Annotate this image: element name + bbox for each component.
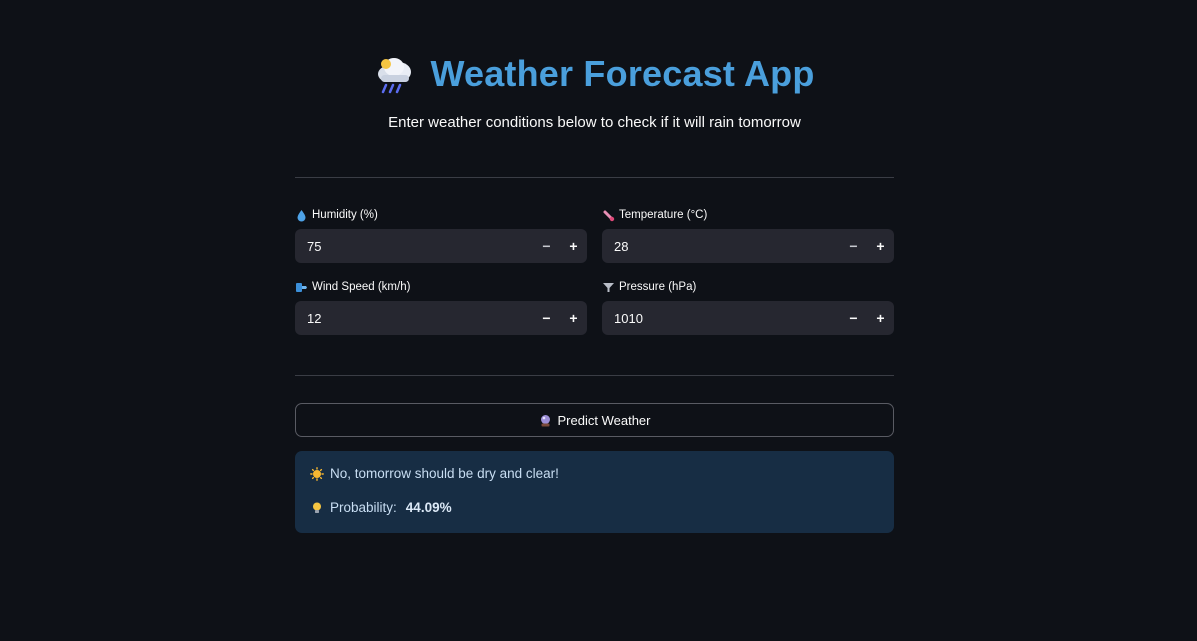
predict-weather-button[interactable]: Predict Weather xyxy=(295,403,894,437)
result-probability: Probability: 44.09% xyxy=(310,500,452,515)
thermometer-icon xyxy=(602,209,615,222)
result-message: No, tomorrow should be dry and clear! xyxy=(310,466,559,481)
droplet-icon xyxy=(295,209,308,222)
wind-speed-label: Wind Speed (km/h) xyxy=(295,279,587,295)
humidity-field: Humidity (%) 75 − + xyxy=(295,207,587,263)
divider-bottom xyxy=(295,375,894,376)
pressure-decrement-button[interactable]: − xyxy=(840,301,867,335)
wind-speed-value[interactable]: 12 xyxy=(295,311,533,326)
temperature-decrement-button[interactable]: − xyxy=(840,229,867,263)
wind-speed-label-text: Wind Speed (km/h) xyxy=(312,281,411,293)
cloud-rain-icon xyxy=(374,53,416,95)
humidity-value[interactable]: 75 xyxy=(295,239,533,254)
humidity-input[interactable]: 75 − + xyxy=(295,229,587,263)
temperature-increment-button[interactable]: + xyxy=(867,229,894,263)
result-message-text: No, tomorrow should be dry and clear! xyxy=(330,466,559,481)
page-subtitle: Enter weather conditions below to check … xyxy=(388,114,801,131)
humidity-label-text: Humidity (%) xyxy=(312,209,378,221)
humidity-label: Humidity (%) xyxy=(295,207,587,223)
pressure-input[interactable]: 1010 − + xyxy=(602,301,894,335)
app-page: Weather Forecast App Enter weather condi… xyxy=(0,0,1197,641)
pressure-value[interactable]: 1010 xyxy=(602,311,840,326)
wind-icon xyxy=(295,281,308,294)
temperature-field: Temperature (°C) 28 − + xyxy=(602,207,894,263)
pressure-label-text: Pressure (hPa) xyxy=(619,281,697,293)
lightbulb-icon xyxy=(310,501,324,515)
temperature-label-text: Temperature (°C) xyxy=(619,209,708,221)
predict-weather-label: Predict Weather xyxy=(557,412,651,428)
temperature-input[interactable]: 28 − + xyxy=(602,229,894,263)
header: Weather Forecast App xyxy=(295,52,894,96)
divider-top xyxy=(295,177,894,178)
funnel-icon xyxy=(602,281,615,294)
wind-speed-input[interactable]: 12 − + xyxy=(295,301,587,335)
crystal-ball-icon xyxy=(539,414,552,427)
humidity-increment-button[interactable]: + xyxy=(560,229,587,263)
pressure-increment-button[interactable]: + xyxy=(867,301,894,335)
wind-speed-increment-button[interactable]: + xyxy=(560,301,587,335)
temperature-value[interactable]: 28 xyxy=(602,239,840,254)
temperature-label: Temperature (°C) xyxy=(602,207,894,223)
pressure-field: Pressure (hPa) 1010 − + xyxy=(602,279,894,335)
wind-speed-decrement-button[interactable]: − xyxy=(533,301,560,335)
page-title: Weather Forecast App xyxy=(430,53,815,94)
probability-label: Probability: xyxy=(330,500,397,515)
pressure-label: Pressure (hPa) xyxy=(602,279,894,295)
sun-icon xyxy=(310,466,324,481)
wind-speed-field: Wind Speed (km/h) 12 − + xyxy=(295,279,587,335)
prediction-result-box: No, tomorrow should be dry and clear! Pr… xyxy=(295,451,894,533)
humidity-decrement-button[interactable]: − xyxy=(533,229,560,263)
probability-value: 44.09% xyxy=(405,500,452,515)
